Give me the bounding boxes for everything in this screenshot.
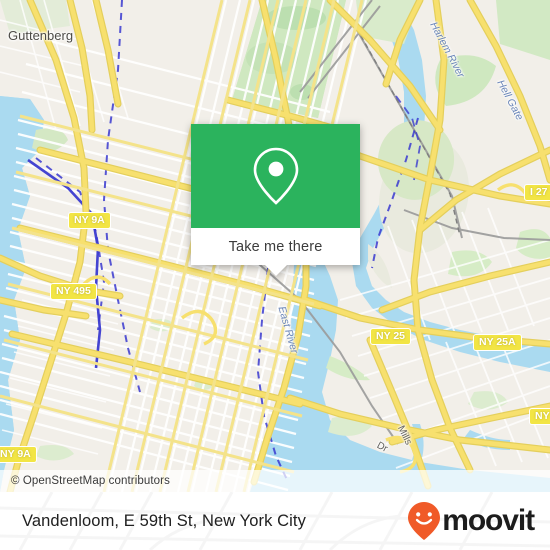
road-shield-ny-edge[interactable]: NY — [529, 408, 550, 425]
attribution-text: © OpenStreetMap contributors — [11, 475, 170, 487]
footer-bar: Vandenloom, E 59th St, New York City moo… — [0, 492, 550, 550]
take-me-there-button[interactable]: Take me there — [191, 228, 360, 265]
location-title: Vandenloom, E 59th St, New York City — [22, 511, 306, 530]
map-attribution: © OpenStreetMap contributors — [0, 470, 550, 492]
road-shield-ny-9a-south[interactable]: NY 9A — [0, 446, 37, 463]
moovit-logo-text: moovit — [442, 504, 535, 537]
road-shield-i-278[interactable]: I 27 — [524, 184, 550, 201]
location-popup-card[interactable]: Take me there — [191, 124, 360, 276]
moovit-map-screenshot: Guttenberg Harlem River Hell Gate East R… — [0, 0, 550, 550]
road-shield-ny-25[interactable]: NY 25 — [370, 328, 411, 345]
map-canvas[interactable]: Guttenberg Harlem River Hell Gate East R… — [0, 0, 550, 492]
road-shield-ny-9a-north[interactable]: NY 9A — [68, 212, 111, 229]
take-me-there-label: Take me there — [228, 238, 323, 255]
road-shield-ny-25a[interactable]: NY 25A — [473, 334, 522, 351]
popup-pointer-tail — [264, 265, 287, 276]
moovit-logo[interactable]: moovit — [407, 501, 550, 541]
road-shield-ny-495[interactable]: NY 495 — [50, 283, 97, 300]
place-label-guttenberg: Guttenberg — [8, 28, 74, 43]
popup-pin-panel — [191, 124, 360, 228]
map-pin-icon — [253, 147, 298, 205]
moovit-pin-icon — [408, 502, 441, 540]
